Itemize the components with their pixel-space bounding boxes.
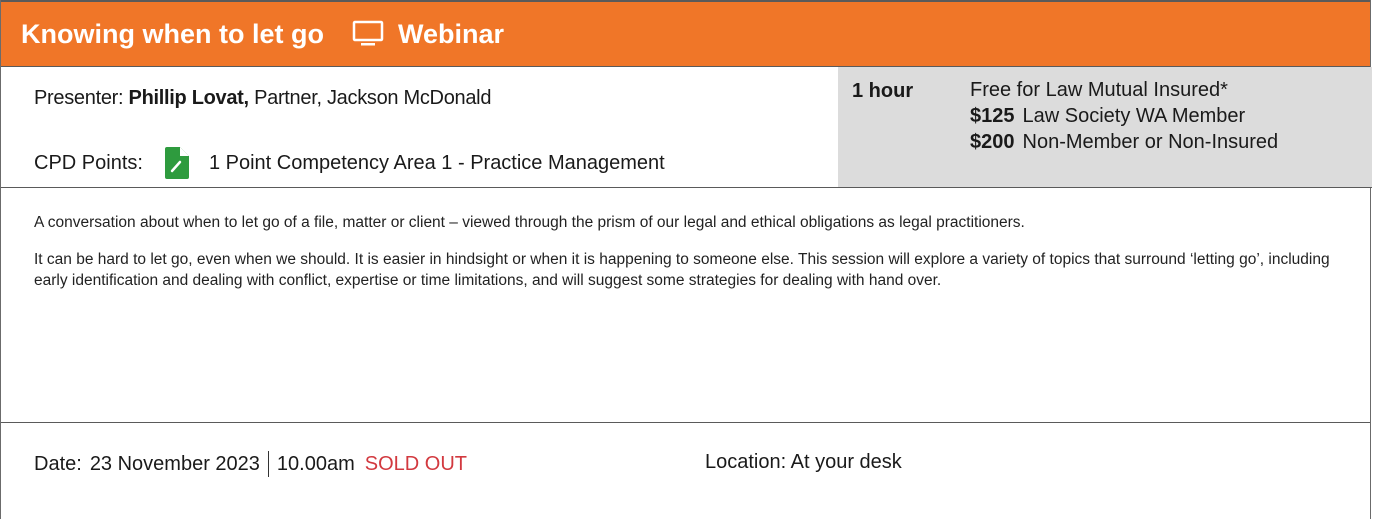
presenter-line: Presenter: Phillip Lovat, Partner, Jacks… xyxy=(34,87,491,110)
cpd-line: CPD Points: 1 Point Competency Area 1 - … xyxy=(34,147,665,179)
event-date: 23 November 2023 xyxy=(89,452,260,475)
event-time: 10.00am xyxy=(276,452,355,475)
presenter-details: Partner, Jackson McDonald xyxy=(254,87,492,109)
price-tier: $200 Non-Member or Non-Insured xyxy=(970,129,1278,155)
price-list: Free for Law Mutual Insured* $125 Law Soc… xyxy=(970,77,1278,155)
cpd-label: CPD Points: xyxy=(34,151,143,174)
price-label: Non-Member or Non-Insured xyxy=(1022,131,1279,153)
cpd-value: 1 Point Competency Area 1 - Practice Man… xyxy=(208,151,665,174)
pricing-panel: 1 hour Free for Law Mutual Insured* $125… xyxy=(838,67,1372,188)
location-line: Location: At your desk xyxy=(705,451,902,474)
divider xyxy=(267,451,269,477)
event-header: Knowing when to let go Webinar xyxy=(1,0,1370,67)
description-paragraph: It can be hard to let go, even when we s… xyxy=(34,251,1330,289)
presenter-name: Phillip Lovat, xyxy=(128,87,250,109)
presenter-label: Presenter: xyxy=(34,87,124,109)
location-label: Location: xyxy=(705,451,787,473)
location-value: At your desk xyxy=(790,451,902,473)
duration: 1 hour xyxy=(852,80,914,102)
date-label: Date: xyxy=(34,452,82,475)
event-type-label: Webinar xyxy=(397,18,504,49)
monitor-icon xyxy=(352,19,384,49)
price-tier: $125 Law Society WA Member xyxy=(970,103,1278,129)
price-label: Law Society WA Member xyxy=(1022,105,1246,127)
status-badge: SOLD OUT xyxy=(364,452,468,475)
event-card: Knowing when to let go Webinar Presenter… xyxy=(0,0,1372,519)
event-description: A conversation about when to let go of a… xyxy=(1,188,1370,423)
price-free: Free for Law Mutual Insured* xyxy=(970,79,1228,101)
price-amount: $125 xyxy=(970,105,1015,127)
document-icon xyxy=(164,147,189,179)
date-line: Date: 23 November 2023 10.00am SOLD OUT xyxy=(34,451,467,477)
presenter-panel: Presenter: Phillip Lovat, Partner, Jacks… xyxy=(1,67,838,188)
price-amount: $200 xyxy=(970,131,1015,153)
event-footer: Date: 23 November 2023 10.00am SOLD OUT … xyxy=(1,423,1370,519)
event-title: Knowing when to let go xyxy=(21,18,324,49)
description-paragraph: A conversation about when to let go of a… xyxy=(34,214,1025,231)
